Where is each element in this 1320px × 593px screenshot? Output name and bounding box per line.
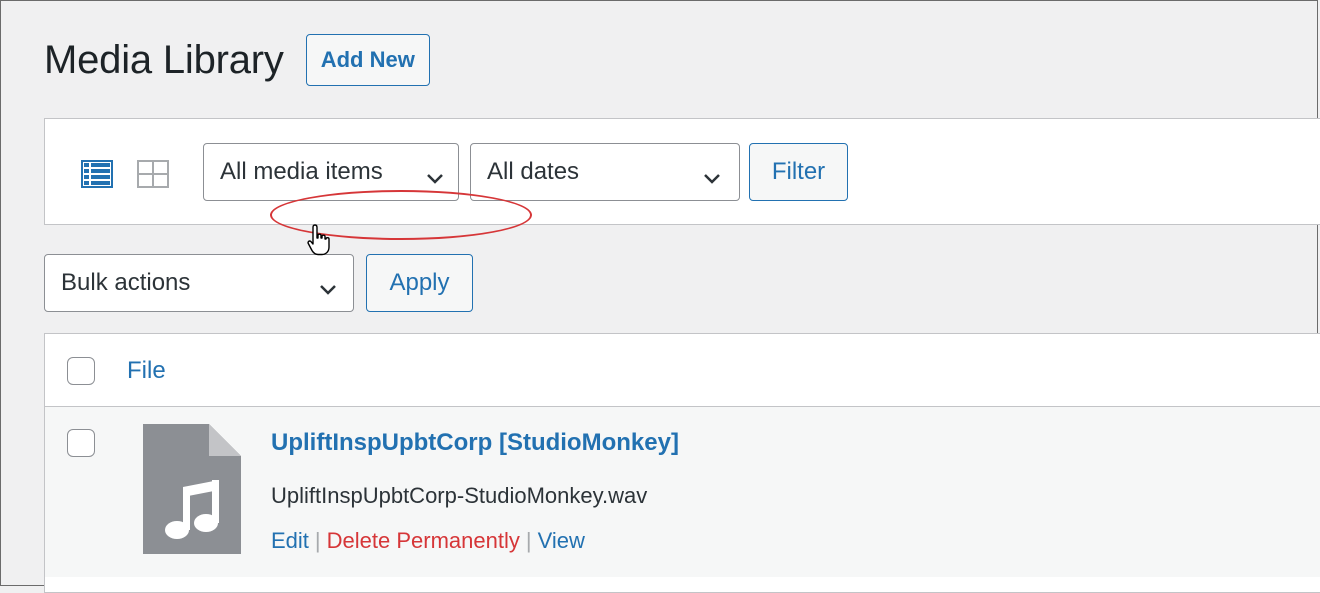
media-title-link[interactable]: UpliftInspUpbtCorp [StudioMonkey]: [271, 429, 679, 457]
separator: |: [314, 528, 321, 553]
media-type-value: All media items: [220, 158, 383, 185]
table-row: UpliftInspUpbtCorp [StudioMonkey] Uplift…: [45, 407, 1320, 577]
chevron-down-icon: [703, 164, 721, 192]
chevron-down-icon: [319, 275, 337, 303]
media-filename: UpliftInspUpbtCorp-StudioMonkey.wav: [271, 483, 648, 508]
list-view-icon[interactable]: [81, 160, 113, 193]
media-list-table: File UpliftInspUpbtCorp [StudioMonkey] U…: [44, 333, 1320, 593]
apply-button[interactable]: Apply: [366, 254, 473, 312]
bulk-actions-value: Bulk actions: [61, 269, 191, 296]
row-checkbox[interactable]: [67, 429, 95, 457]
title-row: Media Library Add New: [44, 34, 430, 86]
delete-permanently-link[interactable]: Delete Permanently: [327, 528, 520, 554]
date-value: All dates: [487, 158, 580, 185]
media-toolbar: All media items All dates Filter: [44, 118, 1320, 225]
bulk-actions-select[interactable]: Bulk actions: [44, 254, 354, 312]
media-type-select[interactable]: All media items: [203, 143, 459, 201]
date-select[interactable]: All dates: [470, 143, 740, 201]
row-actions: Edit | Delete Permanently | View: [271, 528, 585, 554]
hand-pointer-cursor: [306, 223, 332, 262]
select-all-checkbox[interactable]: [67, 357, 95, 385]
page-title: Media Library: [44, 37, 284, 82]
column-header-file[interactable]: File: [127, 357, 166, 385]
chevron-down-icon: [426, 164, 444, 192]
view-link[interactable]: View: [538, 528, 585, 554]
filter-button[interactable]: Filter: [749, 143, 848, 201]
add-new-button[interactable]: Add New: [305, 34, 430, 86]
edit-link[interactable]: Edit: [271, 528, 309, 554]
grid-view-icon[interactable]: [137, 160, 169, 193]
table-header: File: [45, 334, 1320, 407]
separator: |: [525, 528, 532, 553]
audio-file-icon[interactable]: [143, 424, 241, 559]
